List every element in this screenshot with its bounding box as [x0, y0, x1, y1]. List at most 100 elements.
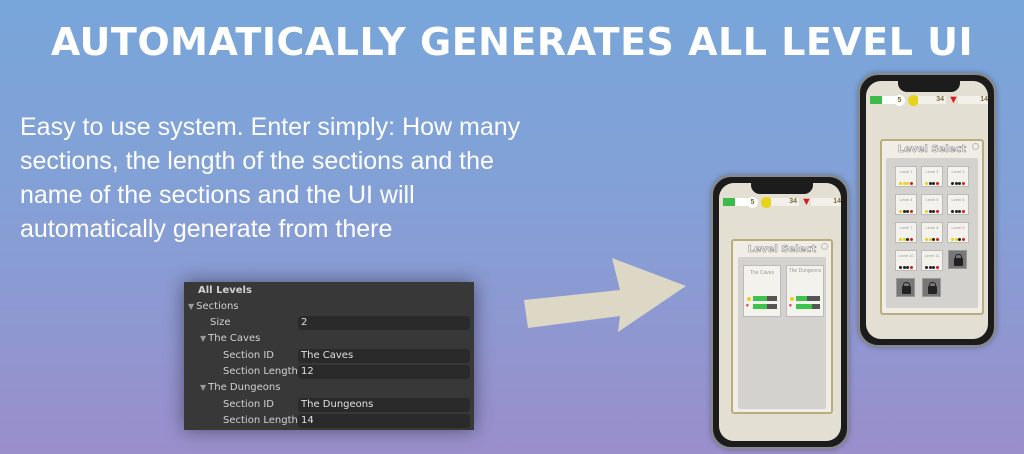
size-field[interactable]: 2 [298, 316, 470, 330]
level-stars [922, 265, 942, 270]
level-label: Level 6 [951, 197, 965, 202]
heart-icon [935, 210, 939, 213]
star-icon [958, 238, 962, 241]
heart-icon [909, 238, 913, 241]
hud: 5 34 ▼ 14 [723, 197, 841, 208]
health-bar [723, 198, 749, 206]
star-icon [954, 238, 958, 241]
level-card[interactable]: Level 1 [895, 166, 917, 187]
section-length-label: Section Length [223, 415, 298, 426]
star-icon [951, 210, 955, 213]
sections-foldout[interactable]: ▼ Sections [188, 299, 239, 315]
coin-icon [747, 297, 751, 301]
close-icon[interactable] [821, 243, 828, 250]
section-card-dungeons[interactable]: The Dungeons ♥ [786, 265, 824, 317]
level-label: Level 11 [924, 253, 940, 258]
star-icon [932, 266, 936, 269]
star-icon [928, 210, 932, 213]
lives-count: 5 [747, 197, 758, 208]
level-card[interactable]: Level 10 [895, 250, 917, 271]
headline: AUTOMATICALLY GENERATES ALL LEVEL UI [50, 20, 974, 64]
level-stars [922, 209, 942, 214]
section-length-field[interactable]: 12 [298, 365, 470, 379]
star-icon [951, 182, 955, 185]
star-icon [954, 182, 958, 185]
phone-notch [751, 183, 813, 194]
star-icon [906, 238, 910, 241]
star-icon [925, 210, 929, 213]
sections-grid: The Caves ♥ The Dungeons ♥ [738, 257, 826, 409]
level-card[interactable]: Level 11 [921, 250, 943, 271]
star-icon [958, 182, 962, 185]
level-card[interactable]: Level 6 [947, 194, 969, 215]
health-bar [870, 96, 896, 104]
description: Easy to use system. Enter simply: How ma… [20, 113, 521, 243]
locked-level-lock-icon [922, 278, 941, 297]
star-icon [899, 266, 903, 269]
star-icon [902, 182, 906, 185]
gem-count: 14 [811, 198, 841, 206]
heart-icon [935, 182, 939, 185]
close-icon[interactable] [972, 143, 979, 150]
star-icon [925, 238, 929, 241]
level-stars [922, 181, 942, 186]
star-icon [925, 266, 929, 269]
gem-count: 14 [958, 96, 988, 104]
foldout-triangle-icon: ▼ [188, 302, 195, 311]
star-icon [902, 266, 906, 269]
star-icon [958, 210, 962, 213]
level-label: Level 8 [925, 225, 939, 230]
level-card[interactable]: Level 2 [921, 166, 943, 187]
level-label: Level 5 [925, 197, 939, 202]
star-icon [899, 210, 903, 213]
size-label: Size [210, 317, 231, 328]
arrow-right-icon [524, 258, 686, 332]
level-label: Level 4 [899, 197, 913, 202]
level-stars [896, 237, 916, 242]
level-stars [948, 209, 968, 214]
dungeons-foldout[interactable]: ▼ The Dungeons [200, 380, 280, 396]
level-stars [948, 237, 968, 242]
section-id-label: Section ID [223, 350, 274, 361]
level-card[interactable]: Level 5 [921, 194, 943, 215]
inspector-header: All Levels [198, 285, 252, 296]
section-card-caves[interactable]: The Caves ♥ [743, 265, 781, 317]
star-icon [925, 182, 929, 185]
level-card[interactable]: Level 9 [947, 222, 969, 243]
coin-count: 34 [771, 198, 799, 206]
section-id-field[interactable]: The Dungeons [298, 398, 470, 412]
level-card[interactable]: Level 3 [947, 166, 969, 187]
section-id-field[interactable]: The Caves [298, 349, 470, 363]
level-label: Level 1 [899, 169, 913, 174]
level-stars [948, 181, 968, 186]
locked-level-lock-icon [896, 278, 915, 297]
level-select-panel: Level Select The Caves ♥ The Dungeons ♥ [731, 239, 833, 414]
locked-level-lock-icon [948, 250, 967, 269]
heart-icon [909, 182, 913, 185]
heart-progress-bar [796, 304, 820, 309]
section-length-label: Section Length [223, 366, 298, 377]
foldout-triangle-icon: ▼ [200, 383, 207, 392]
star-icon [906, 266, 910, 269]
level-card[interactable]: Level 7 [895, 222, 917, 243]
level-card[interactable]: Level 4 [895, 194, 917, 215]
caves-foldout[interactable]: ▼ The Caves [200, 331, 260, 347]
level-label: Level 9 [951, 225, 965, 230]
level-card[interactable]: Level 8 [921, 222, 943, 243]
level-stars [922, 237, 942, 242]
coin-count: 34 [918, 96, 946, 104]
level-stars [896, 181, 916, 186]
section-name: The Caves [208, 333, 261, 344]
star-icon [932, 210, 936, 213]
lives-count: 5 [894, 95, 905, 106]
section-length-field[interactable]: 14 [298, 414, 470, 428]
unity-inspector-panel: All Levels ▼ Sections Size 2 ▼ The Caves S… [184, 282, 474, 430]
sections-label: Sections [196, 301, 239, 312]
star-icon [902, 238, 906, 241]
star-icon [951, 238, 955, 241]
star-icon [899, 182, 903, 185]
star-icon [906, 182, 910, 185]
heart-icon [935, 238, 939, 241]
section-id-label: Section ID [223, 399, 274, 410]
level-label: Level 7 [899, 225, 913, 230]
